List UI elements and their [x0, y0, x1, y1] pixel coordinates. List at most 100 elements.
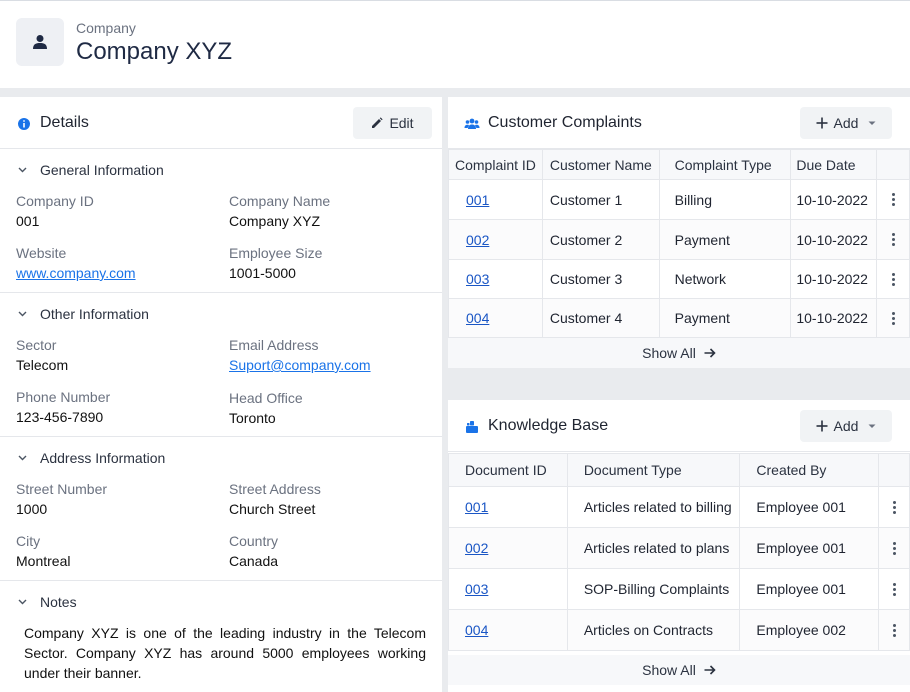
due-date: 10-10-2022 [790, 179, 878, 220]
email-label: Email Address [229, 337, 319, 353]
address-information-title: Address Information [40, 450, 166, 466]
due-date: 10-10-2022 [790, 298, 878, 338]
add-complaint-button[interactable]: Add [800, 107, 892, 139]
website-label: Website [16, 245, 67, 261]
email-link[interactable]: Suport@company.com [229, 357, 371, 373]
column-header[interactable]: Document ID [448, 453, 568, 487]
document-id-link[interactable]: 004 [465, 622, 488, 638]
complaint-id-link[interactable]: 003 [466, 271, 489, 287]
details-header: Details Edit [0, 97, 442, 149]
country-field: Country Canada [229, 533, 278, 569]
website-field: Website www.company.com [16, 245, 136, 281]
column-header[interactable]: Due Date [790, 149, 878, 180]
complaints-show-all-button[interactable]: Show All [448, 338, 910, 368]
more-vertical-icon[interactable] [877, 193, 909, 206]
show-all-label: Show All [642, 345, 696, 361]
more-vertical-icon[interactable] [879, 623, 909, 637]
document-type: Articles related to billing [566, 486, 741, 528]
email-field: Email Address Suport@company.com [229, 337, 371, 373]
company-id-value: 001 [16, 213, 40, 229]
user-icon [33, 35, 47, 49]
document-id-link[interactable]: 002 [465, 540, 488, 556]
customer-name: Customer 1 [541, 179, 660, 220]
table-row: 001 Articles related to billing Employee… [448, 486, 910, 528]
document-type: SOP-Billing Complaints [566, 568, 741, 610]
column-header-actions [878, 453, 910, 487]
plus-icon [816, 420, 828, 432]
city-field: City Montreal [16, 533, 70, 569]
notes-toggle[interactable]: Notes [0, 581, 442, 623]
customer-complaints-panel: Customer Complaints Add Complaint ID Cus… [448, 97, 910, 368]
street-number-field: Street Number 1000 [16, 481, 107, 517]
kb-show-all-button[interactable]: Show All [448, 655, 910, 685]
column-header[interactable]: Document Type [566, 453, 741, 487]
document-type: Articles related to plans [566, 527, 741, 569]
pencil-icon [372, 117, 384, 128]
add-document-button[interactable]: Add [800, 410, 892, 442]
page-title: Company XYZ [76, 38, 233, 65]
edit-label: Edit [389, 115, 414, 131]
street-address-label: Street Address [229, 481, 321, 497]
table-row: 003 SOP-Billing Complaints Employee 001 [448, 568, 910, 610]
company-name-value: Company XYZ [229, 213, 321, 229]
complaint-id-link[interactable]: 001 [466, 192, 489, 208]
column-header[interactable]: Customer Name [541, 149, 660, 180]
add-label: Add [833, 418, 859, 434]
document-id-link[interactable]: 003 [465, 581, 488, 597]
details-panel: Details Edit General Information Company… [0, 97, 442, 692]
caret-down-icon [868, 121, 876, 125]
chevron-down-icon [18, 311, 30, 317]
city-value: Montreal [16, 553, 71, 569]
kb-header: Knowledge Base Add [448, 400, 910, 452]
complaint-type: Payment [658, 219, 792, 260]
column-header[interactable]: Complaint Type [658, 149, 792, 180]
page-header: Company Company XYZ [0, 0, 910, 88]
address-information-section: Address Information Street Number 1000 S… [0, 437, 442, 581]
notes-title: Notes [40, 594, 77, 610]
company-id-field: Company ID 001 [16, 193, 94, 229]
street-address-field: Street Address Church Street [229, 481, 321, 517]
column-header[interactable]: Complaint ID [448, 149, 543, 180]
address-information-toggle[interactable]: Address Information [0, 437, 442, 479]
chevron-down-icon [18, 455, 30, 461]
document-id-link[interactable]: 001 [465, 499, 488, 515]
country-value: Canada [229, 553, 279, 569]
company-avatar [16, 18, 64, 66]
complaint-id-link[interactable]: 002 [466, 232, 489, 248]
column-header[interactable]: Created By [739, 453, 880, 487]
street-address-value: Church Street [229, 501, 316, 517]
chevron-down-icon [18, 167, 30, 173]
website-link[interactable]: www.company.com [16, 265, 136, 281]
sector-label: Sector [16, 337, 57, 353]
other-information-section: Other Information Sector Telecom Email A… [0, 293, 442, 437]
employee-size-field: Employee Size 1001-5000 [229, 245, 322, 281]
more-vertical-icon[interactable] [877, 272, 909, 286]
more-vertical-icon[interactable] [879, 582, 909, 596]
table-row: 003 Customer 3 Network 10-10-2022 [448, 259, 910, 299]
notes-section: Notes Company XYZ is one of the leading … [0, 581, 442, 692]
kb-table: Document ID Document Type Created By 001… [448, 453, 910, 651]
table-header-row: Document ID Document Type Created By [448, 453, 910, 487]
city-label: City [16, 533, 41, 549]
more-vertical-icon[interactable] [877, 233, 909, 246]
complaint-type: Payment [658, 298, 792, 338]
complaints-header: Customer Complaints Add [448, 97, 910, 149]
employee-size-value: 1001-5000 [229, 265, 296, 281]
more-vertical-icon[interactable] [877, 311, 909, 325]
general-information-toggle[interactable]: General Information [0, 149, 442, 191]
page-subtitle: Company [76, 20, 136, 36]
other-information-toggle[interactable]: Other Information [0, 293, 442, 335]
caret-down-icon [868, 424, 876, 428]
complaints-table: Complaint ID Customer Name Complaint Typ… [448, 149, 910, 338]
other-information-title: Other Information [40, 306, 149, 322]
edit-button[interactable]: Edit [353, 107, 432, 139]
created-by: Employee 001 [739, 527, 880, 569]
details-title: Details [40, 114, 89, 131]
complaint-id-link[interactable]: 004 [466, 310, 489, 326]
more-vertical-icon[interactable] [879, 541, 909, 555]
due-date: 10-10-2022 [790, 259, 878, 299]
phone-label: Phone Number [16, 389, 111, 405]
more-vertical-icon[interactable] [879, 500, 909, 514]
show-all-label: Show All [642, 662, 696, 678]
company-name-label: Company Name [229, 193, 331, 209]
